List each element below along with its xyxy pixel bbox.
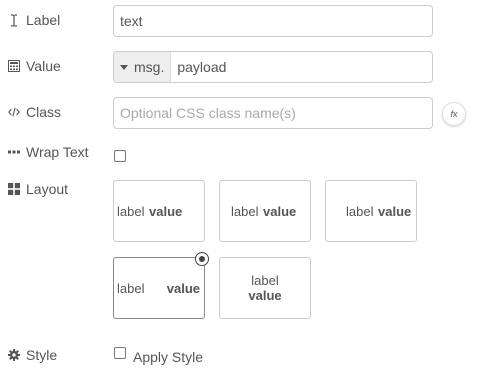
expression-button[interactable]: fx — [442, 102, 466, 126]
label-row-label: Label — [8, 12, 60, 28]
class-input[interactable] — [114, 98, 432, 128]
text-cursor-icon — [8, 13, 20, 27]
value-typed-input[interactable]: msg. — [113, 51, 433, 83]
layout-option-row-spread[interactable]: label value — [113, 257, 205, 319]
layout-sample-value: value — [378, 204, 412, 219]
layout-option-row-left[interactable]: label value — [113, 180, 205, 242]
layout-sample-value: value — [263, 204, 297, 219]
value-input[interactable] — [171, 52, 432, 82]
code-icon — [8, 106, 20, 118]
class-title: Class — [26, 104, 62, 120]
value-row-label: Value — [8, 58, 61, 74]
value-type-label: msg. — [134, 59, 165, 75]
layout-sample-label: label — [231, 204, 259, 219]
apply-style-label[interactable]: Apply Style — [133, 349, 203, 365]
apply-style-checkbox[interactable] — [114, 347, 126, 359]
caret-down-icon — [120, 64, 128, 70]
layout-row-label: Layout — [8, 181, 68, 197]
calculator-icon — [8, 60, 20, 72]
value-title: Value — [26, 58, 61, 74]
layout-option-row-right[interactable]: label value — [325, 180, 417, 242]
label-field[interactable] — [113, 5, 433, 37]
layout-option-row-center[interactable]: label value — [219, 180, 311, 242]
layout-sample-value: value — [166, 281, 200, 296]
wrap-text-checkbox[interactable] — [114, 150, 126, 162]
wrap-row-label: Wrap Text — [8, 144, 89, 160]
style-row-label: Style — [8, 347, 57, 363]
label-title: Label — [26, 12, 61, 28]
ellipsis-icon — [8, 146, 20, 158]
layout-option-column[interactable]: label value — [219, 257, 311, 319]
layout-title: Layout — [26, 181, 69, 197]
layout-selected-radio — [195, 252, 209, 266]
label-input[interactable] — [114, 6, 432, 36]
layout-sample-label: label — [346, 204, 374, 219]
grid-icon — [8, 183, 20, 195]
fx-label: fx — [450, 109, 458, 119]
class-row-label: Class — [8, 104, 61, 120]
layout-sample-value: value — [248, 288, 282, 303]
style-title: Style — [26, 347, 58, 363]
radio-dot-icon — [199, 256, 205, 262]
gear-icon — [8, 349, 20, 361]
layout-sample-label: label — [251, 273, 279, 288]
layout-sample-value: value — [149, 204, 183, 219]
wrap-title: Wrap Text — [26, 144, 89, 160]
class-field[interactable] — [113, 97, 433, 129]
value-type-select[interactable]: msg. — [114, 52, 172, 82]
layout-sample-label: label — [117, 204, 145, 219]
layout-sample-label: label — [117, 281, 145, 296]
